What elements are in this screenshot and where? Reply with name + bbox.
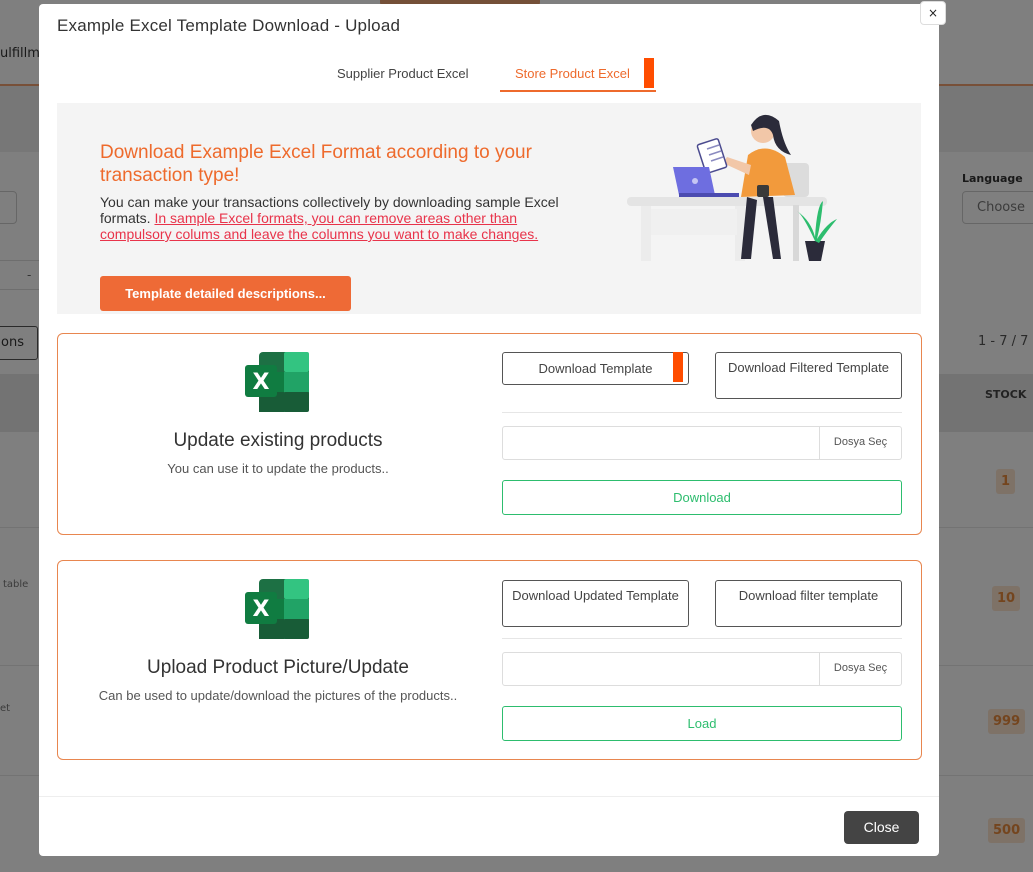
divider — [502, 638, 902, 639]
download-updated-template-button[interactable]: Download Updated Template — [502, 580, 689, 627]
choose-file-button[interactable]: Dosya Seç — [819, 653, 901, 685]
tab-supplier-product-excel[interactable]: Supplier Product Excel — [337, 66, 469, 92]
file-input[interactable]: Dosya Seç — [502, 426, 902, 460]
excel-template-modal: Example Excel Template Download - Upload… — [39, 4, 939, 856]
footer-divider — [39, 796, 939, 797]
download-template-button[interactable]: Download Template — [502, 352, 689, 385]
choose-file-button[interactable]: Dosya Seç — [819, 427, 901, 459]
close-icon[interactable]: × — [920, 1, 946, 25]
download-filtered-template-button[interactable]: Download Filtered Template — [715, 352, 902, 399]
download-filter-template-button[interactable]: Download filter template — [715, 580, 902, 627]
excel-icon: X — [245, 352, 309, 412]
load-button[interactable]: Load — [502, 706, 902, 741]
excel-type-tabs: Supplier Product Excel Store Product Exc… — [39, 58, 939, 92]
card-title: Upload Product Picture/Update — [147, 657, 409, 678]
banner-text: You can make your transactions collectiv… — [100, 194, 570, 242]
close-button[interactable]: Close — [844, 811, 919, 844]
card-title: Update existing products — [173, 430, 383, 451]
card-subtitle: You can use it to update the products.. — [167, 461, 389, 476]
tab-highlight-marker — [644, 58, 654, 88]
info-banner: Download Example Excel Format according … — [57, 103, 921, 314]
tab-store-product-excel[interactable]: Store Product Excel — [500, 66, 656, 92]
banner-title: Download Example Excel Format according … — [100, 142, 532, 186]
modal-title: Example Excel Template Download - Upload — [57, 16, 401, 35]
svg-text:X: X — [253, 597, 270, 622]
card-subtitle: Can be used to update/download the pictu… — [98, 688, 458, 703]
excel-icon: X — [245, 579, 309, 639]
file-input[interactable]: Dosya Seç — [502, 652, 902, 686]
product-picture-card: X Upload Product Picture/Update Can be u… — [57, 560, 922, 760]
download-button[interactable]: Download — [502, 480, 902, 515]
banner-text-link[interactable]: In sample Excel formats, you can remove … — [100, 210, 538, 242]
divider — [502, 412, 902, 413]
template-descriptions-button[interactable]: Template detailed descriptions... — [100, 276, 351, 311]
svg-text:X: X — [253, 370, 270, 395]
button-highlight-marker — [673, 352, 683, 382]
update-products-card: X Update existing products You can use i… — [57, 333, 922, 535]
office-worker-illustration — [627, 114, 837, 261]
